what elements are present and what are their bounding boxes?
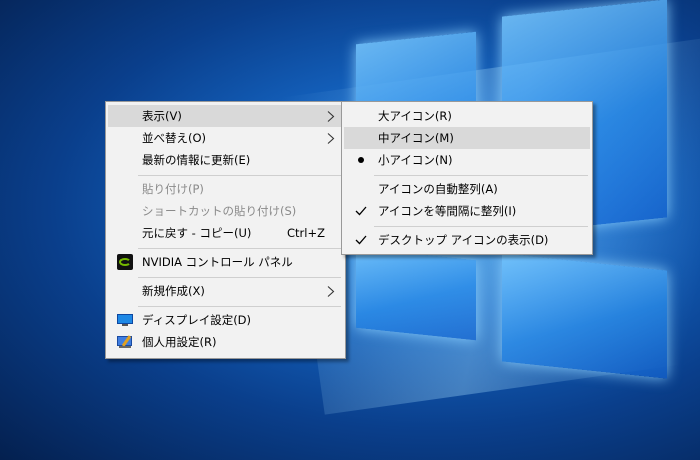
menu-separator [138, 277, 341, 278]
submenu-item-align-to-grid[interactable]: アイコンを等間隔に整列(I) [344, 200, 590, 222]
menu-item-paste: 貼り付け(P) [108, 178, 343, 200]
menu-item-label: 貼り付け(P) [142, 182, 204, 196]
menu-item-label: 個人用設定(R) [142, 335, 217, 349]
chevron-right-icon [327, 280, 335, 302]
menu-separator [374, 175, 588, 176]
menu-item-label: 元に戻す - コピー(U) [142, 226, 252, 240]
view-submenu: 大アイコン(R) 中アイコン(M) 小アイコン(N) アイコンの自動整列(A) … [341, 101, 593, 255]
shortcut-key-label: Ctrl+Z [287, 226, 325, 240]
menu-separator [138, 175, 341, 176]
desktop-context-menu: 表示(V) 並べ替え(O) 最新の情報に更新(E) 貼り付け(P) ショートカッ… [105, 101, 346, 359]
menu-item-label: 大アイコン(R) [378, 109, 452, 123]
menu-item-view[interactable]: 表示(V) [108, 105, 343, 127]
menu-item-nvidia-control-panel[interactable]: NVIDIA コントロール パネル [108, 251, 343, 273]
submenu-item-show-desktop-icons[interactable]: デスクトップ アイコンの表示(D) [344, 229, 590, 251]
menu-item-label: 新規作成(X) [142, 284, 205, 298]
menu-item-new[interactable]: 新規作成(X) [108, 280, 343, 302]
menu-item-undo-copy[interactable]: 元に戻す - コピー(U) Ctrl+Z [108, 222, 343, 244]
submenu-item-large-icons[interactable]: 大アイコン(R) [344, 105, 590, 127]
menu-item-label: デスクトップ アイコンの表示(D) [378, 233, 549, 247]
menu-item-refresh[interactable]: 最新の情報に更新(E) [108, 149, 343, 171]
menu-item-label: 並べ替え(O) [142, 131, 207, 145]
menu-item-display-settings[interactable]: ディスプレイ設定(D) [108, 309, 343, 331]
menu-item-label: 最新の情報に更新(E) [142, 153, 251, 167]
menu-item-sort[interactable]: 並べ替え(O) [108, 127, 343, 149]
menu-item-paste-shortcut: ショートカットの貼り付け(S) [108, 200, 343, 222]
menu-item-label: アイコンを等間隔に整列(I) [378, 204, 517, 218]
chevron-right-icon [327, 127, 335, 149]
menu-item-personalize[interactable]: 個人用設定(R) [108, 331, 343, 353]
menu-item-label: 表示(V) [142, 109, 182, 123]
menu-separator [138, 248, 341, 249]
wallpaper-pane-bottom-right [502, 253, 667, 379]
wallpaper-pane-bottom-left [356, 247, 476, 341]
checkmark-icon [352, 229, 370, 251]
menu-item-label: NVIDIA コントロール パネル [142, 255, 293, 269]
submenu-item-medium-icons[interactable]: 中アイコン(M) [344, 127, 590, 149]
menu-item-label: 中アイコン(M) [378, 131, 454, 145]
personalize-icon [116, 331, 134, 353]
menu-separator [138, 306, 341, 307]
checkmark-icon [352, 200, 370, 222]
menu-item-label: ショートカットの貼り付け(S) [142, 204, 297, 218]
menu-item-label: 小アイコン(N) [378, 153, 453, 167]
nvidia-icon [116, 251, 134, 273]
chevron-right-icon [327, 105, 335, 127]
radio-dot-icon [352, 149, 370, 171]
submenu-item-auto-arrange[interactable]: アイコンの自動整列(A) [344, 178, 590, 200]
menu-item-label: アイコンの自動整列(A) [378, 182, 498, 196]
menu-item-label: ディスプレイ設定(D) [142, 313, 252, 327]
menu-separator [374, 226, 588, 227]
submenu-item-small-icons[interactable]: 小アイコン(N) [344, 149, 590, 171]
display-settings-icon [116, 309, 134, 331]
